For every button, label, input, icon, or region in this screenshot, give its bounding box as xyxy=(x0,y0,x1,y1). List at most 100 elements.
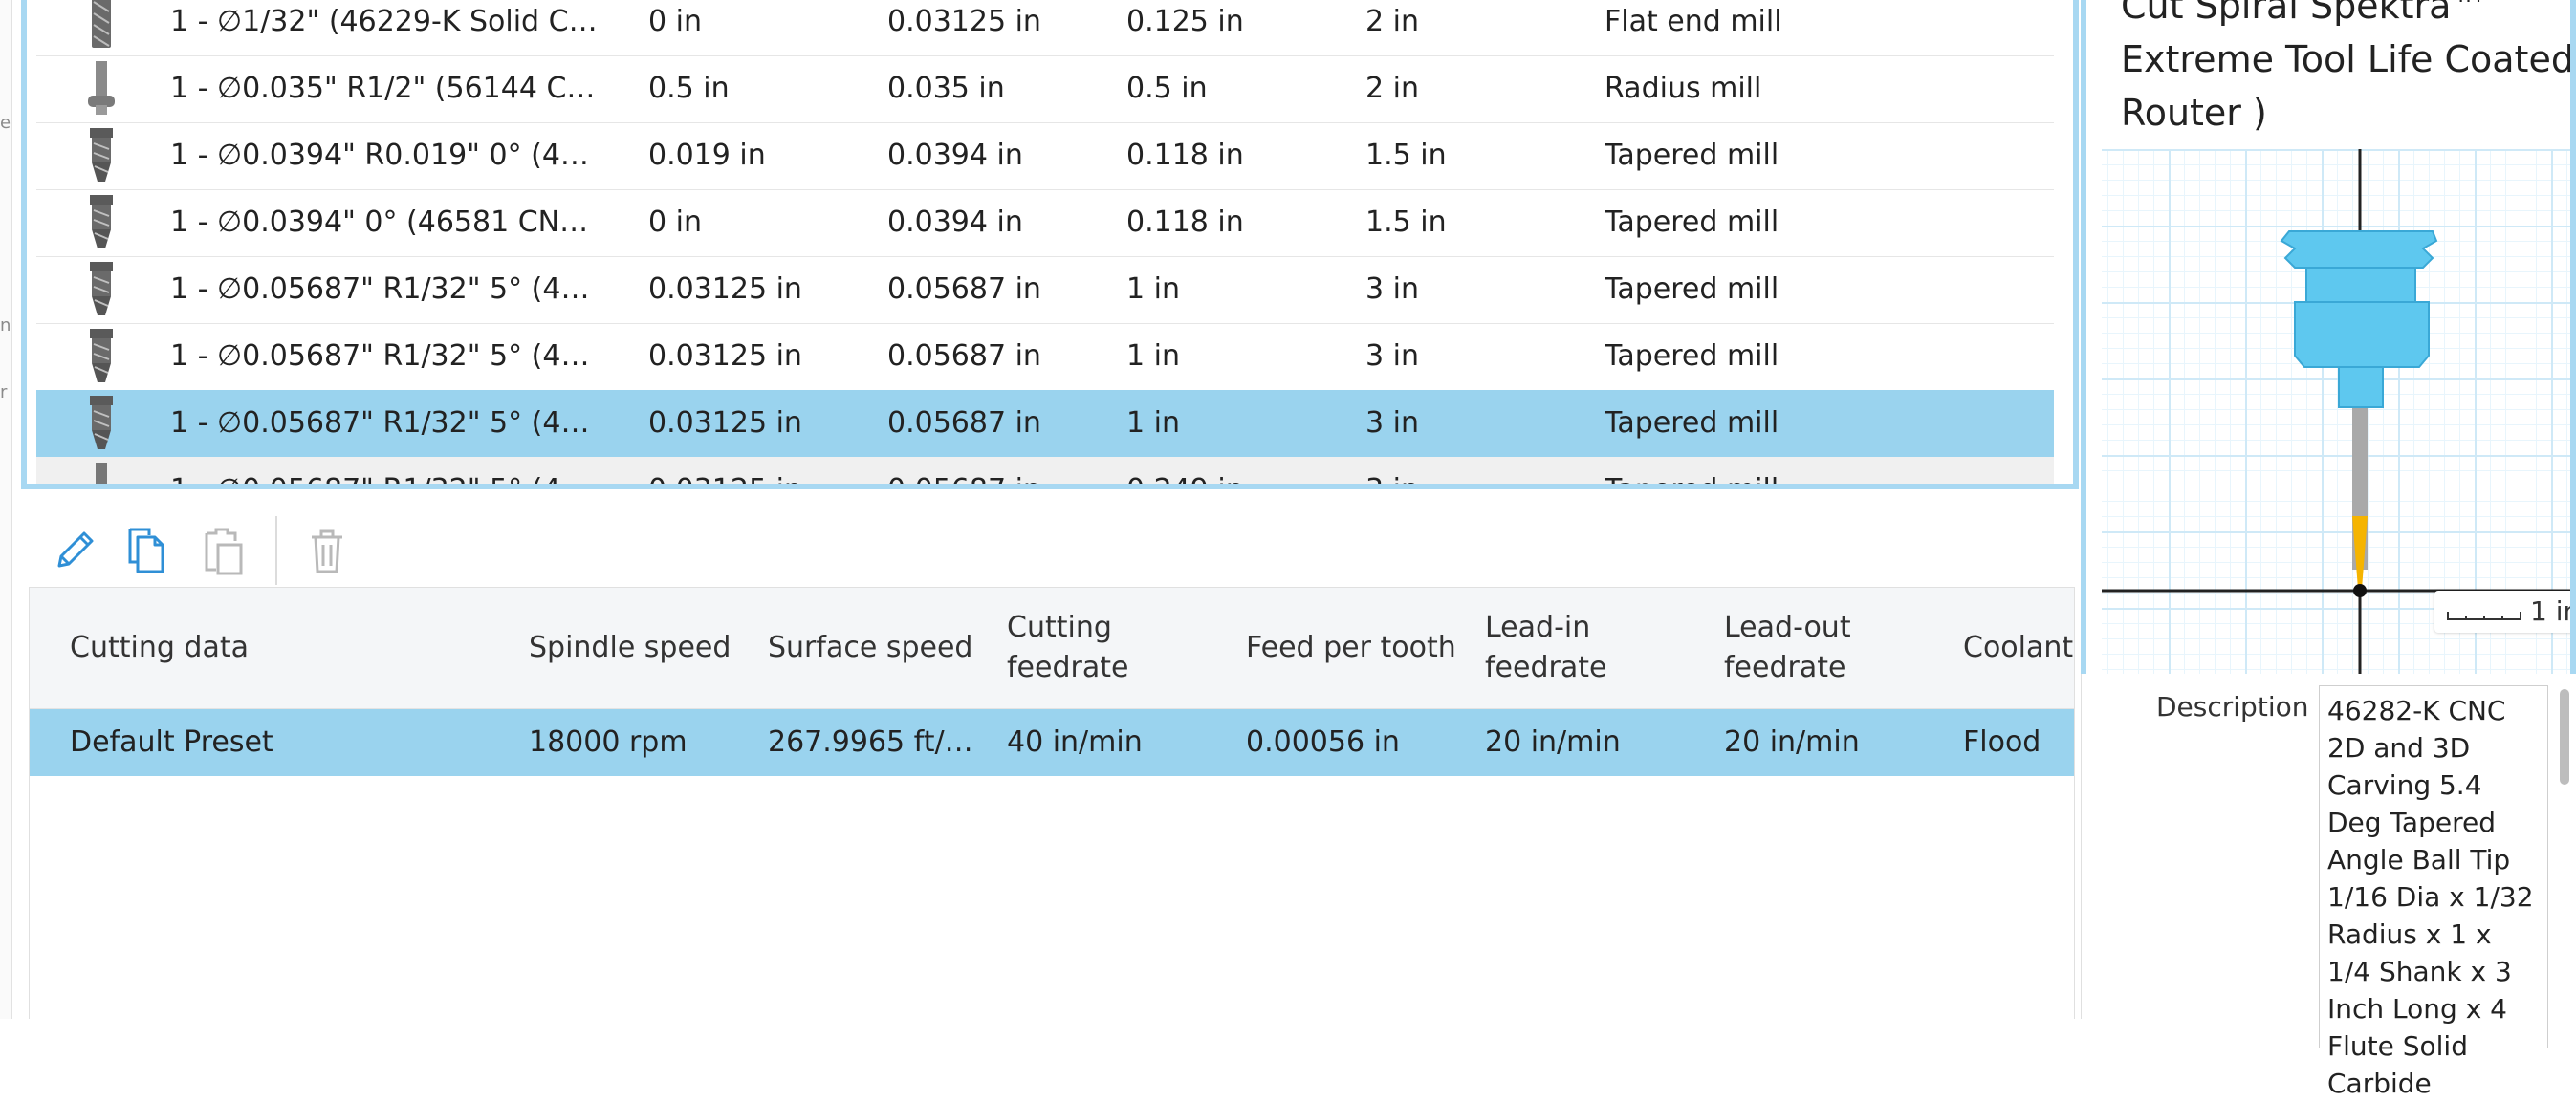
flat-end-mill-icon xyxy=(92,0,111,48)
tool-type: Tapered mill xyxy=(1605,406,1779,440)
tool-corner-radius: 0.03125 in xyxy=(648,406,802,440)
toolbar-separator xyxy=(275,516,277,585)
tool-row[interactable]: 1 - ∅0.05687" R1/32" 5° (46282 Tapered M… xyxy=(36,323,2054,391)
description-textarea[interactable]: 46282-K CNC 2D and 3D Carving 5.4 Deg Ta… xyxy=(2319,685,2548,1099)
column-header[interactable]: Surface speed xyxy=(768,588,988,708)
tool-flute-length: 1 in xyxy=(1126,339,1180,373)
ruler-icon xyxy=(2447,612,2521,620)
paste-button[interactable] xyxy=(197,524,251,577)
tool-preview-panel: Cut Spiral Spektra™ Extreme Tool Life Co… xyxy=(2081,0,2576,674)
tool-name: 1 - ∅0.05687" R1/32" 5° (46282 xyxy=(170,457,605,484)
column-header[interactable]: Spindle speed xyxy=(529,588,749,708)
tapered-mill-icon xyxy=(90,195,113,248)
tool-row[interactable]: 1 - ∅0.035" R1/2" (56144 Carbide Radius … xyxy=(36,55,2054,123)
tapered-mill-icon xyxy=(90,128,113,182)
tool-overall-length: 3 in xyxy=(1365,406,1419,440)
tool-diameter: 0.03125 in xyxy=(887,5,1041,38)
tool-diameter: 0.0394 in xyxy=(887,205,1023,239)
preset-name: Default Preset xyxy=(70,725,273,759)
sidebar-glyph: n xyxy=(0,315,11,335)
preview-grid-canvas[interactable]: 1 in xyxy=(2102,149,2570,674)
tool-overall-length: 2 in xyxy=(1365,5,1419,38)
tapered-mill-icon xyxy=(90,262,113,315)
edit-button[interactable] xyxy=(48,524,101,577)
cutting-feedrate-value: 40 in/min xyxy=(1007,725,1143,759)
tapered-mill-icon xyxy=(90,396,113,449)
column-header[interactable]: Coolant xyxy=(1963,588,2074,708)
left-sidebar-edge: e n r xyxy=(0,0,12,1019)
tool-type: Radius mill xyxy=(1605,72,1762,105)
tapered-mill-icon xyxy=(96,463,107,484)
tool-diameter: 0.05687 in xyxy=(887,406,1041,440)
tool-row[interactable]: 1 - ∅0.0394" R0.019" 0° (46471 Tapered M… xyxy=(36,122,2054,190)
column-header[interactable]: Feed per tooth xyxy=(1246,588,1466,708)
tool-corner-radius: 0 in xyxy=(648,5,702,38)
tool-row-selected[interactable]: 1 - ∅0.05687" R1/32" 5° (46282-K Tapered… xyxy=(36,390,2054,458)
scale-indicator: 1 in xyxy=(2434,591,2570,633)
lead-out-feedrate-value: 20 in/min xyxy=(1724,725,1860,759)
tool-diameter: 0.05687 in xyxy=(887,272,1041,306)
tool-overall-length: 3 in xyxy=(1365,272,1419,306)
tool-flute-length: 1 in xyxy=(1126,406,1180,440)
coolant-value: Flood xyxy=(1963,725,2041,759)
tool-flute-length: 0.125 in xyxy=(1126,5,1244,38)
description-scrollbar[interactable] xyxy=(2560,689,2569,785)
tool-list-panel[interactable]: 1 - ∅1/32" (46229-K Solid Carbide Flat E… xyxy=(21,0,2079,489)
tool-row[interactable]: 1 - ∅0.05687" R1/32" 5° (46572 Tapered M… xyxy=(36,256,2054,324)
tool-flute-length: 0.118 in xyxy=(1126,205,1244,239)
copy-button[interactable] xyxy=(120,524,174,577)
tool-name: 1 - ∅1/32" (46229-K Solid Carbide Flat E… xyxy=(170,5,605,38)
tool-name: 1 - ∅0.05687" R1/32" 5° (46282 Tapered M… xyxy=(170,339,605,373)
tool-flute-length: 0.249 in xyxy=(1126,457,1356,484)
tool-type: Tapered mill xyxy=(1605,205,1779,239)
tool-holder-collet xyxy=(2338,366,2384,408)
tool-overall-length: 1.5 in xyxy=(1365,139,1447,172)
tool-holder-top xyxy=(2280,230,2438,269)
tool-diameter: 0.035 in xyxy=(887,72,1005,105)
sidebar-glyph: r xyxy=(0,382,8,402)
tool-type: Tapered mill xyxy=(1605,272,1779,306)
tool-corner-radius: 0 in xyxy=(648,205,702,239)
sidebar-glyph: e xyxy=(0,113,11,133)
column-header[interactable]: Lead-out feedrate xyxy=(1724,588,1877,708)
column-header[interactable]: Lead-in feedrate xyxy=(1485,588,1628,708)
cutting-data-table: Cutting data Spindle speed Surface speed… xyxy=(29,587,2075,1019)
tool-corner-radius: 0.03125 in xyxy=(648,339,802,373)
feed-per-tooth-value: 0.00056 in xyxy=(1246,725,1400,759)
cutting-data-toolbar xyxy=(29,507,2075,594)
tool-row[interactable]: 1 - ∅1/32" (46229-K Solid Carbide Flat E… xyxy=(36,0,2054,56)
tool-type: Tapered mill xyxy=(1605,339,1779,373)
trash-icon xyxy=(312,529,342,573)
radius-mill-icon xyxy=(88,61,115,115)
tool-row[interactable]: 1 - ∅0.0394" 0° (46581 CNC 2D Tapered Mi… xyxy=(36,189,2054,257)
tool-diameter: 0.0394 in xyxy=(887,139,1023,172)
pencil-edit-icon xyxy=(57,531,94,568)
tool-flute-length: 0.5 in xyxy=(1126,72,1208,105)
tool-overall-length: 1.5 in xyxy=(1365,205,1447,239)
spindle-speed-value: 18000 rpm xyxy=(529,725,688,759)
tool-corner-radius: 0.5 in xyxy=(648,72,730,105)
surface-speed-value: 267.9965 ft/min xyxy=(768,725,978,759)
tool-holder-body xyxy=(2294,301,2430,368)
tool-corner-radius: 0.019 in xyxy=(648,139,766,172)
delete-button[interactable] xyxy=(300,524,354,577)
lead-in-feedrate-value: 20 in/min xyxy=(1485,725,1621,759)
column-header[interactable]: Cutting data xyxy=(70,588,481,708)
cutting-data-row-selected[interactable]: Default Preset 18000 rpm 267.9965 ft/min… xyxy=(30,709,2074,776)
tool-type: Tapered mill xyxy=(1605,139,1779,172)
paste-icon xyxy=(205,528,243,575)
column-header[interactable]: Cutting feedrate xyxy=(1007,588,1169,708)
tool-flute-length: 1 in xyxy=(1126,272,1180,306)
tool-name: 1 - ∅0.0394" R0.019" 0° (46471 Tapered M… xyxy=(170,139,605,172)
tool-overall-length: 2 in xyxy=(1365,72,1419,105)
preview-title: Cut Spiral Spektra™ Extreme Tool Life Co… xyxy=(2121,0,2574,134)
tool-overall-length: 3 in xyxy=(1365,339,1419,373)
tool-row[interactable]: 1 - ∅0.05687" R1/32" 5° (46282 0.03125 i… xyxy=(36,457,2054,484)
tool-flute-length: 0.118 in xyxy=(1126,139,1244,172)
tool-holder-mid xyxy=(2305,267,2416,303)
tapered-mill-icon xyxy=(90,329,113,382)
copy-icon xyxy=(128,528,164,573)
origin-point xyxy=(2353,584,2367,597)
description-section: Description 46282-K CNC 2D and 3D Carvin… xyxy=(2081,674,2576,1099)
tool-corner-radius: 0.03125 in xyxy=(648,272,802,306)
